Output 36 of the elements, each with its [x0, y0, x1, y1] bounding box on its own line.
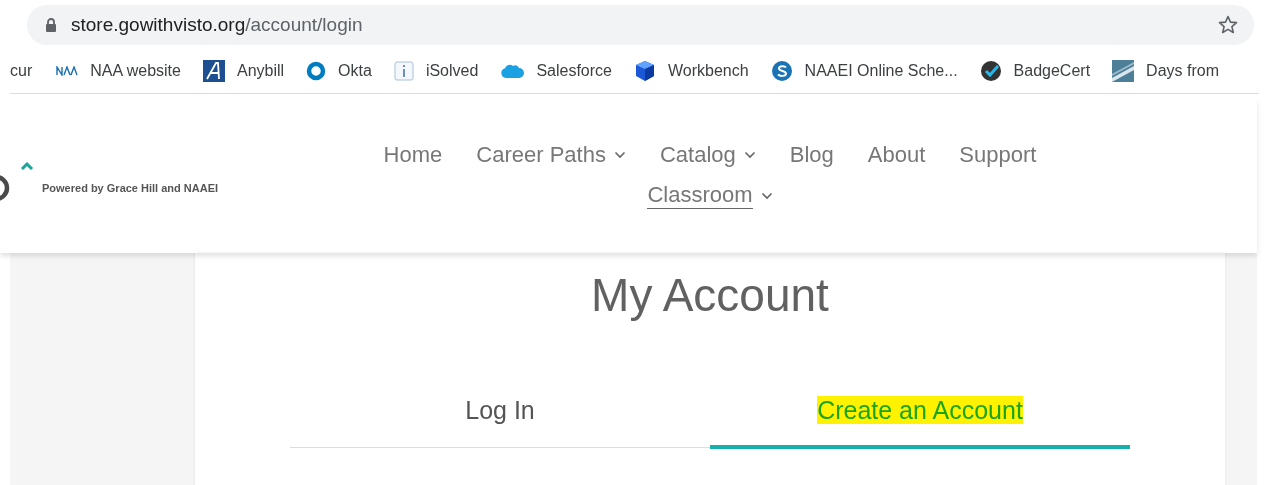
bookmark[interactable]: Anybill [202, 60, 285, 82]
chevron-down-icon [743, 151, 756, 159]
bookmark[interactable]: NAA website [56, 62, 181, 80]
ring-icon [306, 61, 327, 81]
letter-tile-icon [202, 60, 225, 82]
page-title: My Account [590, 268, 830, 322]
bookmark[interactable]: Okta [306, 61, 372, 81]
cube-icon [633, 60, 656, 82]
nav-link[interactable]: About [867, 142, 926, 168]
chevron-down-icon [760, 191, 773, 200]
url-text: store.gowithvisto.org/account/login [71, 14, 364, 36]
lock-icon [45, 17, 57, 33]
circle-s-icon [770, 60, 793, 82]
bookmark[interactable]: Salesforce [500, 62, 612, 80]
nav-link[interactable]: Classroom [647, 182, 773, 209]
nav-link[interactable]: Support [959, 142, 1037, 168]
nav-link[interactable]: Career Paths [476, 142, 626, 168]
chevron-down-icon [613, 151, 626, 159]
logo-tagline: Powered by Grace Hill and NAAEI [42, 181, 219, 194]
nav-link[interactable]: Home [383, 142, 443, 168]
bookmark[interactable]: BadgeCert [979, 60, 1091, 82]
image-thumbnail-icon [1112, 60, 1135, 82]
bookmark[interactable]: Days from [1112, 60, 1219, 82]
address-bar[interactable]: store.gowithvisto.org/account/login [27, 5, 1254, 45]
naa-logo-icon [56, 66, 79, 76]
bookmark[interactable]: Workbench [633, 60, 749, 82]
bookmark[interactable]: iSolved [393, 61, 479, 81]
cloud-icon [500, 63, 525, 79]
bookmark[interactable]: cur [10, 62, 33, 80]
account-tab[interactable]: Log In [290, 396, 710, 449]
star-icon[interactable] [1218, 15, 1238, 35]
bookmark[interactable]: NAAEI Online Sche... [770, 60, 958, 82]
nav-link[interactable]: Blog [789, 142, 834, 168]
badge-check-icon [979, 60, 1002, 82]
info-tile-icon [393, 61, 414, 81]
nav-link[interactable]: Catalog [659, 142, 756, 168]
